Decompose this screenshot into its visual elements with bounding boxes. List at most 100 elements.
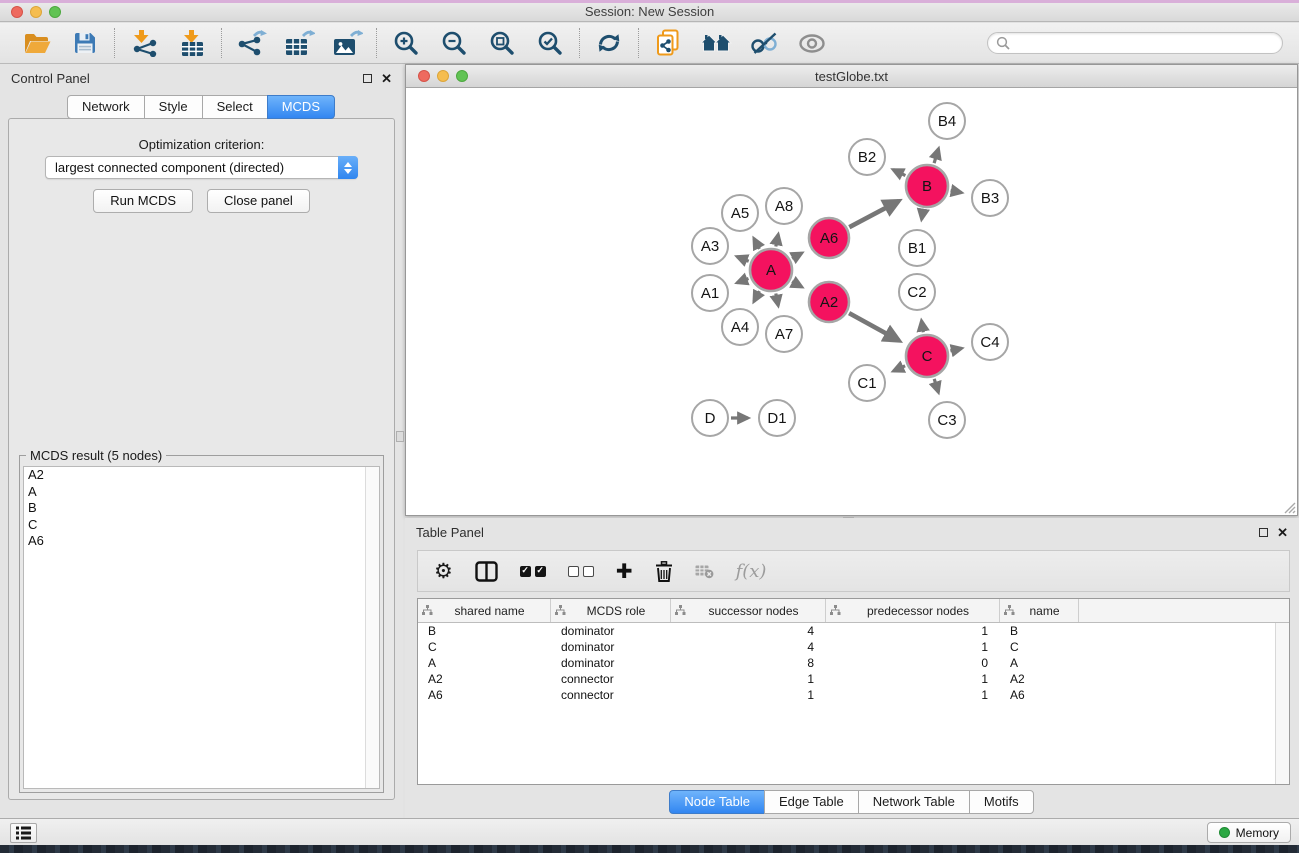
deselect-all-button[interactable]	[568, 566, 594, 577]
graph-node-B1[interactable]: B1	[899, 230, 935, 266]
graph-edge-A-A4[interactable]	[754, 291, 760, 301]
resize-grip-icon[interactable]	[1283, 501, 1296, 514]
graph-edge-B-B3[interactable]	[951, 191, 962, 193]
graph-node-B2[interactable]: B2	[849, 139, 885, 175]
graph-edge-A-A8[interactable]	[776, 234, 778, 246]
graph-edge-A2-C[interactable]	[849, 313, 899, 341]
copy-network-button[interactable]	[652, 27, 684, 59]
column-header-mcds-role[interactable]: MCDS role	[551, 599, 671, 622]
table-scrollbar[interactable]	[1275, 623, 1289, 784]
graph-edge-B-B1[interactable]	[922, 210, 924, 220]
column-header-successor-nodes[interactable]: successor nodes	[671, 599, 826, 622]
graph-node-A5[interactable]: A5	[722, 195, 758, 231]
column-header-shared-name[interactable]: shared name	[418, 599, 551, 622]
graph-edge-A-A5[interactable]	[754, 239, 760, 249]
result-list-scrollbar[interactable]	[365, 467, 379, 788]
open-session-button[interactable]	[21, 27, 53, 59]
search-input[interactable]	[1015, 36, 1274, 50]
graph-node-D[interactable]: D	[692, 400, 728, 436]
tab-node-table[interactable]: Node Table	[669, 790, 765, 814]
graph-node-A1[interactable]: A1	[692, 275, 728, 311]
graph-node-A[interactable]: A	[750, 249, 792, 291]
delete-column-button[interactable]	[655, 561, 673, 582]
add-column-button[interactable]: ✚	[616, 561, 633, 581]
graph-edge-B-B4[interactable]	[934, 149, 938, 163]
close-panel-button-mcds[interactable]: Close panel	[207, 189, 310, 213]
export-network-button[interactable]	[235, 27, 267, 59]
table-row[interactable]: A2connector11A2	[418, 671, 1289, 687]
refresh-button[interactable]	[593, 27, 625, 59]
zoom-in-button[interactable]	[390, 27, 422, 59]
graph-edge-A-A7[interactable]	[776, 294, 778, 306]
delete-table-button[interactable]	[695, 564, 714, 579]
import-network-button[interactable]	[128, 27, 160, 59]
float-panel-button[interactable]	[363, 74, 372, 83]
tab-network-table[interactable]: Network Table	[858, 790, 970, 814]
home-button[interactable]	[700, 27, 732, 59]
graph-node-D1[interactable]: D1	[759, 400, 795, 436]
graph-node-A6[interactable]: A6	[809, 218, 849, 258]
tab-edge-table[interactable]: Edge Table	[764, 790, 859, 814]
optimization-criterion-select[interactable]: largest connected component (directed)	[45, 156, 358, 179]
graph-node-C2[interactable]: C2	[899, 274, 935, 310]
graph-edge-A6-B[interactable]	[849, 201, 898, 227]
graph-node-C1[interactable]: C1	[849, 365, 885, 401]
graph-edge-A-A6[interactable]	[792, 253, 802, 258]
zoom-fit-button[interactable]	[486, 27, 518, 59]
save-session-button[interactable]	[69, 27, 101, 59]
graph-node-C3[interactable]: C3	[929, 402, 965, 438]
table-row[interactable]: Bdominator41B	[418, 623, 1289, 639]
graph-edge-B-B2[interactable]	[893, 170, 905, 176]
result-list-item[interactable]: A2	[24, 467, 379, 484]
column-header-name[interactable]: name	[1000, 599, 1079, 622]
graph-node-C4[interactable]: C4	[972, 324, 1008, 360]
hide-graphics-details-button[interactable]	[748, 27, 780, 59]
close-table-panel-button[interactable]: ✕	[1277, 528, 1288, 537]
graph-node-B4[interactable]: B4	[929, 103, 965, 139]
select-all-button[interactable]	[520, 566, 546, 577]
tab-select[interactable]: Select	[202, 95, 268, 119]
graph-edge-C-C4[interactable]	[950, 348, 961, 351]
graph-node-A2[interactable]: A2	[809, 282, 849, 322]
zoom-out-button[interactable]	[438, 27, 470, 59]
network-canvas[interactable]: A A1 A2 A3 A4 A5 A6 A7 A8 B B1 B2 B3 B4 C C1 C2 C3 C4 D D1	[406, 88, 1297, 515]
birds-eye-view-button[interactable]	[796, 27, 828, 59]
tab-motifs[interactable]: Motifs	[969, 790, 1034, 814]
memory-button[interactable]: Memory	[1207, 822, 1291, 843]
graph-node-B3[interactable]: B3	[972, 180, 1008, 216]
graph-edge-C-C3[interactable]	[934, 379, 938, 392]
import-table-button[interactable]	[176, 27, 208, 59]
run-mcds-button[interactable]: Run MCDS	[93, 189, 193, 213]
table-row[interactable]: A6connector11A6	[418, 687, 1289, 703]
tab-mcds[interactable]: MCDS	[267, 95, 335, 119]
vertical-split-grip[interactable]	[396, 431, 404, 442]
tab-style[interactable]: Style	[144, 95, 203, 119]
zoom-selected-button[interactable]	[534, 27, 566, 59]
task-history-button[interactable]	[10, 823, 37, 843]
table-settings-button[interactable]: ⚙	[434, 561, 453, 581]
graph-edge-A-A2[interactable]	[792, 282, 802, 287]
graph-edge-C-C2[interactable]	[922, 321, 924, 333]
mcds-result-list[interactable]: A2ABCA6	[23, 466, 380, 789]
graph-edge-C-C1[interactable]	[893, 366, 905, 371]
float-table-panel-button[interactable]	[1259, 528, 1268, 537]
table-row[interactable]: Cdominator41C	[418, 639, 1289, 655]
table-row[interactable]: Adominator80A	[418, 655, 1289, 671]
tab-network[interactable]: Network	[67, 95, 145, 119]
graph-node-A8[interactable]: A8	[766, 188, 802, 224]
graph-node-A3[interactable]: A3	[692, 228, 728, 264]
result-list-item[interactable]: A	[24, 484, 379, 501]
graph-node-A7[interactable]: A7	[766, 316, 802, 352]
apply-function-button[interactable]: f(x)	[736, 561, 767, 582]
result-list-item[interactable]: A6	[24, 533, 379, 550]
graph-edge-A-A1[interactable]	[737, 279, 748, 283]
graph-node-A4[interactable]: A4	[722, 309, 758, 345]
show-columns-button[interactable]	[475, 561, 498, 582]
close-panel-button[interactable]: ✕	[381, 74, 392, 83]
graph-edge-A-A3[interactable]	[737, 257, 749, 262]
result-list-item[interactable]: B	[24, 500, 379, 517]
graph-node-B[interactable]: B	[906, 165, 948, 207]
column-header-predecessor-nodes[interactable]: predecessor nodes	[826, 599, 1000, 622]
search-field[interactable]	[987, 32, 1283, 54]
graph-node-C[interactable]: C	[906, 335, 948, 377]
